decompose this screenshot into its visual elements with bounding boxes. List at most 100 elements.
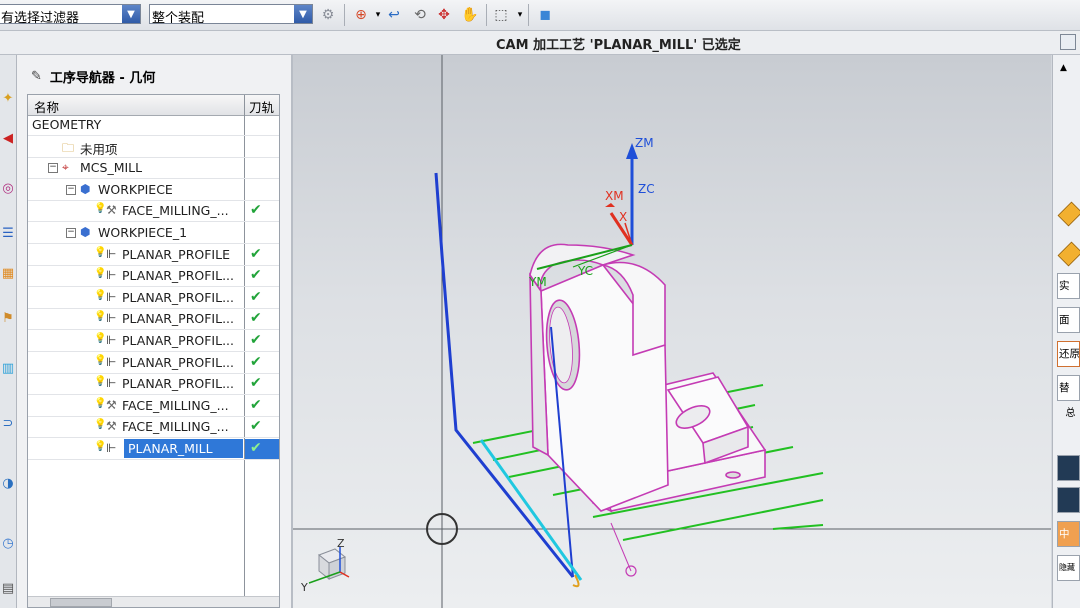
status-bar: CAM 加工工艺 'PLANAR_MILL' 已选定 xyxy=(0,31,1080,55)
planar-op-icon: ⊩ xyxy=(106,333,117,347)
tree-row-label: GEOMETRY xyxy=(32,117,102,132)
web-browser-icon[interactable]: ⚑ xyxy=(0,305,16,331)
tree-row[interactable]: 💡 ⊩ PLANAR_PROFIL... ✔ xyxy=(28,288,279,309)
pin-icon[interactable]: ✎ xyxy=(31,69,42,84)
tree-row-label: PLANAR_PROFIL... xyxy=(122,376,234,392)
reuse-library-icon[interactable]: ☰ xyxy=(0,220,16,246)
status-bulb-icon: 💡 xyxy=(94,311,107,323)
collapse-toggle[interactable]: − xyxy=(66,228,76,238)
palette-dark-button[interactable] xyxy=(1057,487,1080,513)
planar-op-icon: ⊩ xyxy=(106,311,117,326)
toolbar-separator xyxy=(344,4,345,26)
status-option-button[interactable] xyxy=(1060,34,1076,50)
toolbar-separator xyxy=(528,4,529,26)
snap-icon[interactable]: ⚙ xyxy=(318,5,338,25)
operation-navigator-panel: ✎ 工序导航器 - 几何 名称 刀轨 GEOMETRY 🗀 未用项 − ⌖ MCS_MIL… xyxy=(17,55,293,608)
status-bulb-icon: 💡 xyxy=(94,289,107,301)
tree-row[interactable]: 💡 ⚒ FACE_MILLING_... ✔ xyxy=(28,417,279,439)
toolbar-separator xyxy=(486,4,487,26)
right-palette: ▲ 实 面 还原 替 总 中 隐藏 xyxy=(1052,55,1080,608)
status-message: CAM 加工工艺 'PLANAR_MILL' 已选定 xyxy=(496,38,741,53)
mcs-icon: ⌖ xyxy=(62,160,69,175)
assembly-navigator-icon[interactable]: ✦ xyxy=(0,85,16,111)
toolpath-status-check-icon: ✔ xyxy=(250,418,262,435)
chevron-down-icon[interactable]: ▼ xyxy=(122,5,140,23)
tree-row-label: FACE_MILLING_... xyxy=(122,397,229,413)
tree-row[interactable]: 💡 ⊩ PLANAR_MILL ✔ xyxy=(28,439,279,460)
palette-icon[interactable]: ▤ xyxy=(0,575,16,601)
rotate-icon[interactable]: ⟲ xyxy=(410,5,430,25)
palette-vertical-label: 总 xyxy=(1063,407,1074,417)
view-cube-icon[interactable]: ◼ xyxy=(535,5,555,25)
box-select-icon[interactable]: ⬚ xyxy=(491,5,511,25)
status-bulb-icon: 💡 xyxy=(94,268,107,280)
tree-row[interactable]: 💡 ⊩ PLANAR_PROFIL... ✔ xyxy=(28,353,279,374)
tree-row[interactable]: 🗀 未用项 xyxy=(28,137,279,158)
tree-row-label: PLANAR_PROFIL... xyxy=(122,333,234,348)
tree-row[interactable]: 💡 ⚒ FACE_MILLING_... ✔ xyxy=(28,201,279,223)
selection-filter-dropdown[interactable]: 有选择过滤器 ▼ xyxy=(0,4,141,26)
tree-row[interactable]: 💡 ⊩ PLANAR_PROFIL... ✔ xyxy=(28,309,279,331)
tree-row-label: 未用项 xyxy=(80,141,118,157)
clock-icon[interactable]: ◷ xyxy=(0,530,16,556)
tree-row[interactable]: 💡 ⊩ PLANAR_PROFILE ✔ xyxy=(28,245,279,266)
face-mill-icon: ⚒ xyxy=(106,419,117,434)
tree-row[interactable]: 💡 ⊩ PLANAR_PROFIL... ✔ xyxy=(28,374,279,396)
toolpath-status-check-icon: ✔ xyxy=(250,396,262,413)
tree-row-label: PLANAR_MILL xyxy=(124,439,243,458)
roles-icon[interactable]: ◑ xyxy=(0,470,16,496)
tree-row[interactable]: 💡 ⊩ PLANAR_PROFIL... ✔ xyxy=(28,266,279,288)
pan-icon[interactable]: ✋ xyxy=(460,5,480,25)
tree-row[interactable]: − ⬢ WORKPIECE_1 xyxy=(28,223,279,244)
orange-diamond-icon-2[interactable] xyxy=(1057,241,1080,267)
hd3d-icon[interactable]: ▦ xyxy=(0,260,16,286)
collapse-toggle[interactable]: − xyxy=(48,163,58,174)
planar-op-icon: ⊩ xyxy=(106,289,117,304)
selection-filter-value: 有选择过滤器 xyxy=(1,11,80,26)
folder-icon: 🗀 xyxy=(62,140,75,155)
status-bulb-icon: 💡 xyxy=(94,376,107,388)
constraint-navigator-icon[interactable]: ◀ xyxy=(0,125,16,151)
tree-row[interactable]: − ⌖ MCS_MILL xyxy=(28,158,279,180)
palette-button-replace[interactable]: 替 xyxy=(1057,375,1080,401)
history-icon[interactable]: ▥ xyxy=(0,355,16,381)
system-materials-icon[interactable]: ⊃ xyxy=(0,410,16,436)
tree-row[interactable]: 💡 ⚒ FACE_MILLING_... ✔ xyxy=(28,396,279,417)
chevron-down-icon[interactable]: ▼ xyxy=(294,5,312,23)
palette-button-solid[interactable]: 实 xyxy=(1057,273,1080,299)
face-mill-icon: ⚒ xyxy=(106,397,117,412)
chevron-down-icon[interactable]: ▾ xyxy=(510,5,530,25)
toolpath-status-check-icon: ✔ xyxy=(250,310,262,327)
orange-diamond-icon[interactable] xyxy=(1057,201,1080,227)
operation-tree[interactable]: 名称 刀轨 GEOMETRY 🗀 未用项 − ⌖ MCS_MILL − ⬢ WORKPIECE 💡… xyxy=(27,94,280,608)
collapse-toggle[interactable]: − xyxy=(66,184,76,195)
tree-row-label: WORKPIECE_1 xyxy=(98,225,188,240)
palette-image-button[interactable] xyxy=(1057,455,1080,481)
move-icon[interactable]: ✥ xyxy=(434,5,454,25)
scrollbar-thumb[interactable] xyxy=(50,598,112,607)
workpiece-icon: ⬢ xyxy=(80,181,91,196)
scroll-up-icon[interactable]: ▲ xyxy=(1060,63,1067,73)
tree-row[interactable]: 💡 ⊩ PLANAR_PROFIL... ✔ xyxy=(28,331,279,352)
workpiece-icon: ⬢ xyxy=(80,225,91,239)
planar-op-icon: ⊩ xyxy=(106,354,117,369)
palette-button-face[interactable]: 面 xyxy=(1057,307,1080,333)
palette-button-restore[interactable]: 还原 xyxy=(1057,341,1080,367)
part-navigator-icon[interactable]: ◎ xyxy=(0,175,16,201)
undo-icon[interactable]: ↩ xyxy=(384,5,404,25)
toolpath-status-check-icon: ✔ xyxy=(250,353,262,370)
column-header-toolpath[interactable]: 刀轨 xyxy=(249,97,274,116)
assembly-scope-dropdown[interactable]: 整个装配 ▼ xyxy=(149,4,313,26)
column-header-name[interactable]: 名称 xyxy=(34,97,59,116)
horizontal-scrollbar[interactable] xyxy=(28,596,279,607)
palette-button-middle[interactable]: 中 xyxy=(1057,521,1080,547)
graphics-window[interactable]: ZM ZC XM X YM YC Z Y xyxy=(293,55,1051,608)
resource-bar: ✦ ◀ ◎ ☰ ▦ ⚑ ▥ ⊃ ◑ ◷ ▤ xyxy=(0,55,17,608)
face-mill-icon: ⚒ xyxy=(106,203,117,218)
tree-row[interactable]: − ⬢ WORKPIECE xyxy=(28,180,279,201)
status-bulb-icon: 💡 xyxy=(94,419,107,431)
toolpath-status-check-icon: ✔ xyxy=(250,375,262,392)
palette-button-hide[interactable]: 隐藏 xyxy=(1057,555,1080,581)
tree-row[interactable]: GEOMETRY xyxy=(28,115,279,136)
tree-row-label: FACE_MILLING_... xyxy=(122,419,229,435)
